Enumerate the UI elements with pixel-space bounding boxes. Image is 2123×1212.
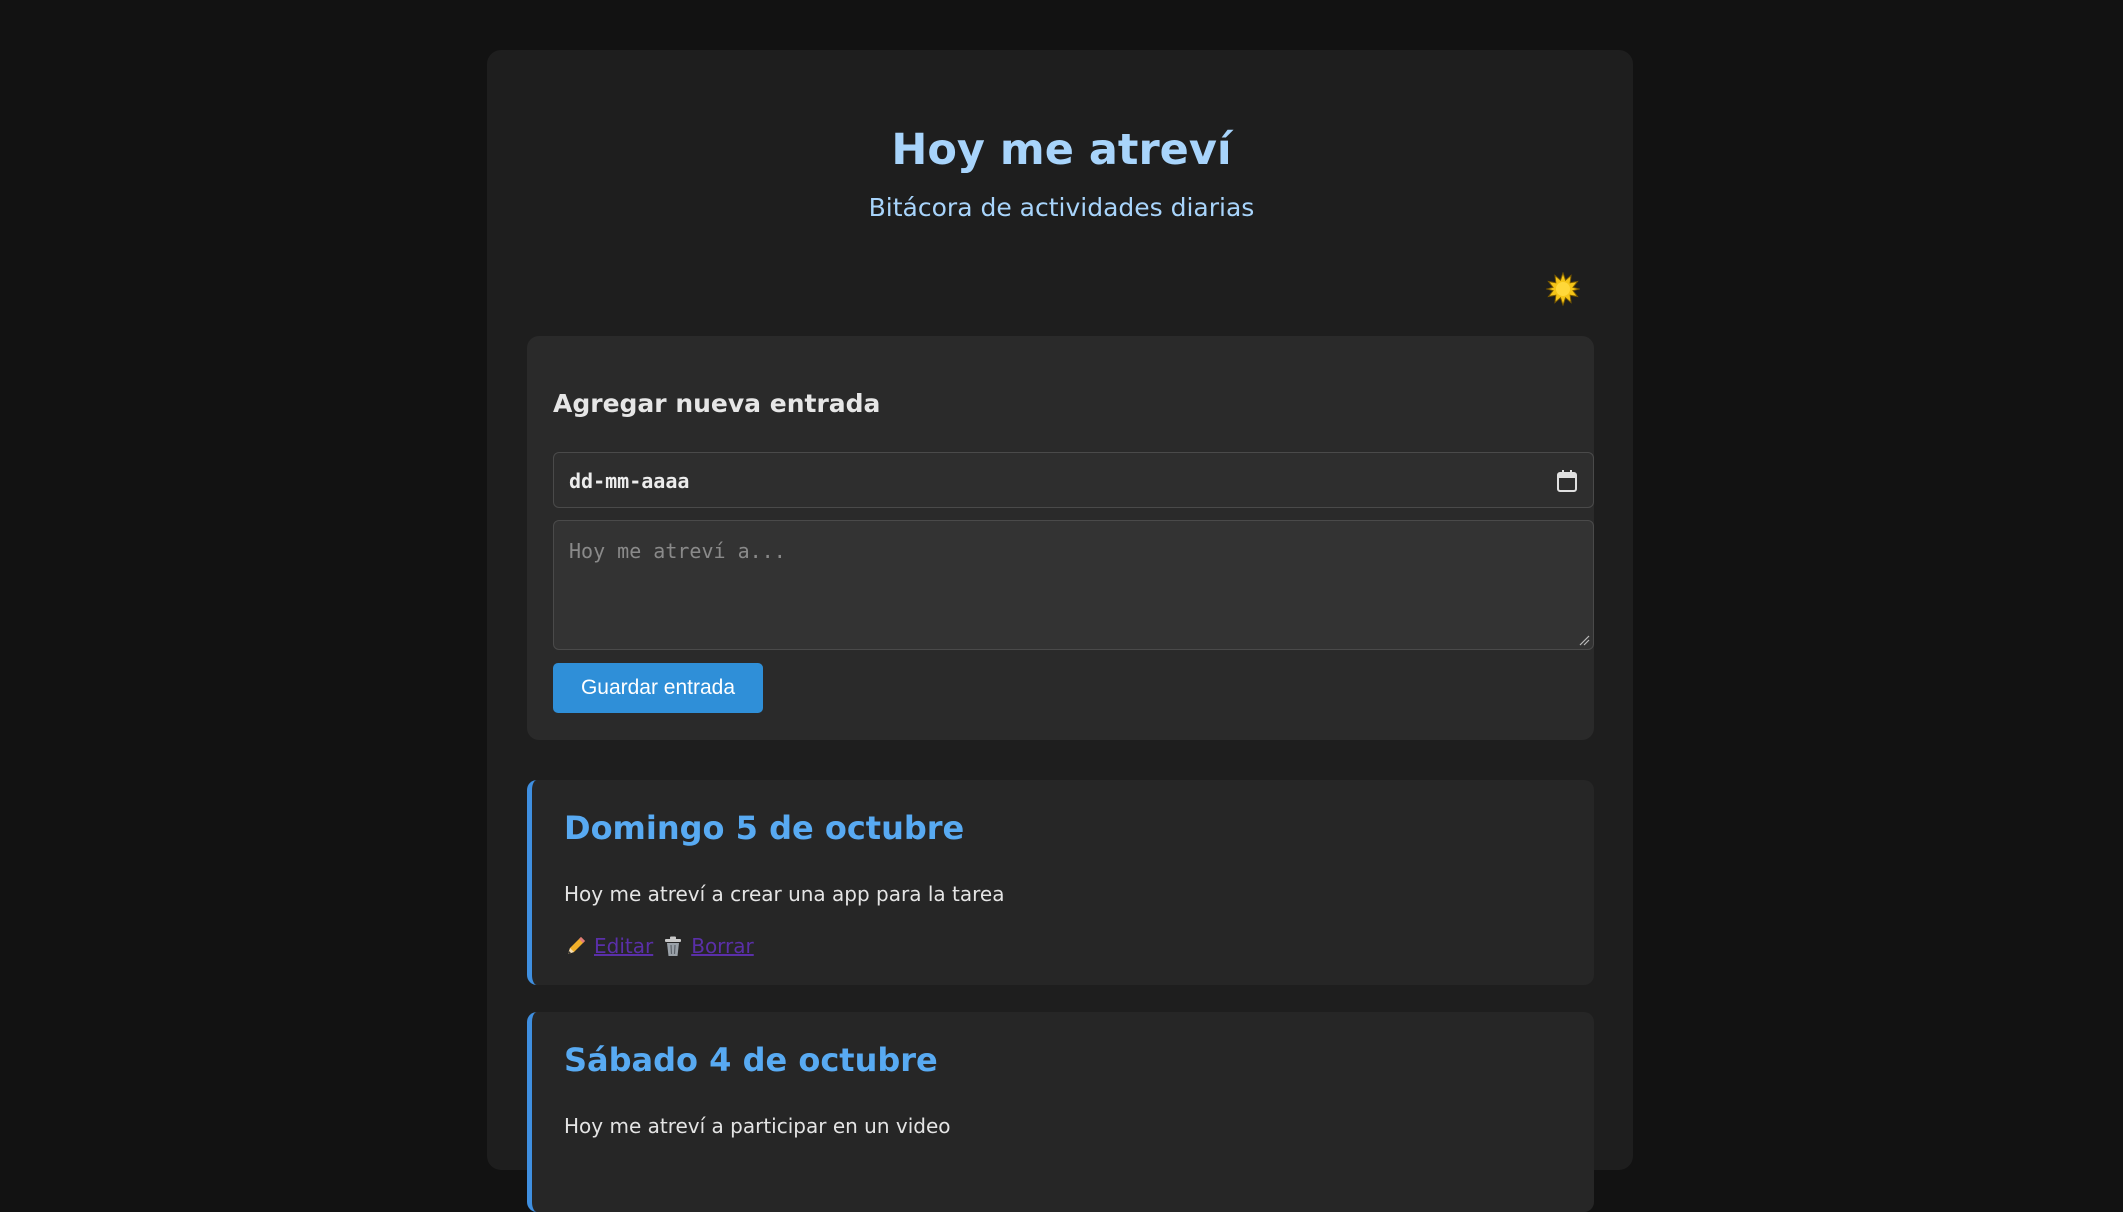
save-entry-button[interactable]: Guardar entrada	[553, 663, 763, 713]
resize-grip-icon[interactable]	[1578, 634, 1590, 646]
theme-toggle-button[interactable]	[1542, 268, 1584, 310]
sun-icon	[1546, 272, 1580, 306]
form-title: Agregar nueva entrada	[553, 389, 881, 418]
entry-card: Domingo 5 de octubre Hoy me atreví a cre…	[527, 780, 1594, 985]
page-title: Hoy me atreví	[891, 125, 1232, 175]
entry-text: Hoy me atreví a crear una app para la ta…	[564, 882, 1005, 906]
pencil-icon	[568, 937, 585, 954]
entry-card: Sábado 4 de octubre Hoy me atreví a part…	[527, 1012, 1594, 1212]
calendar-icon[interactable]	[1555, 468, 1579, 494]
delete-entry-link[interactable]: Borrar	[661, 932, 754, 960]
entry-title: Sábado 4 de octubre	[564, 1041, 938, 1079]
entry-textarea-placeholder: Hoy me atreví a...	[569, 539, 786, 563]
date-input[interactable]: dd-mm-aaaa	[553, 452, 1594, 508]
entry-title: Domingo 5 de octubre	[564, 809, 965, 847]
trash-icon	[665, 936, 682, 956]
date-input-value: dd-mm-aaaa	[569, 469, 690, 493]
entry-text: Hoy me atreví a participar en un video	[564, 1114, 951, 1138]
edit-entry-link[interactable]: Editar	[564, 932, 653, 960]
delete-entry-label: Borrar	[691, 934, 754, 958]
page-subtitle: Bitácora de actividades diarias	[868, 193, 1255, 222]
entry-textarea[interactable]: Hoy me atreví a...	[553, 520, 1594, 650]
entry-actions: Editar Borrar	[564, 932, 762, 960]
edit-entry-label: Editar	[594, 934, 654, 958]
